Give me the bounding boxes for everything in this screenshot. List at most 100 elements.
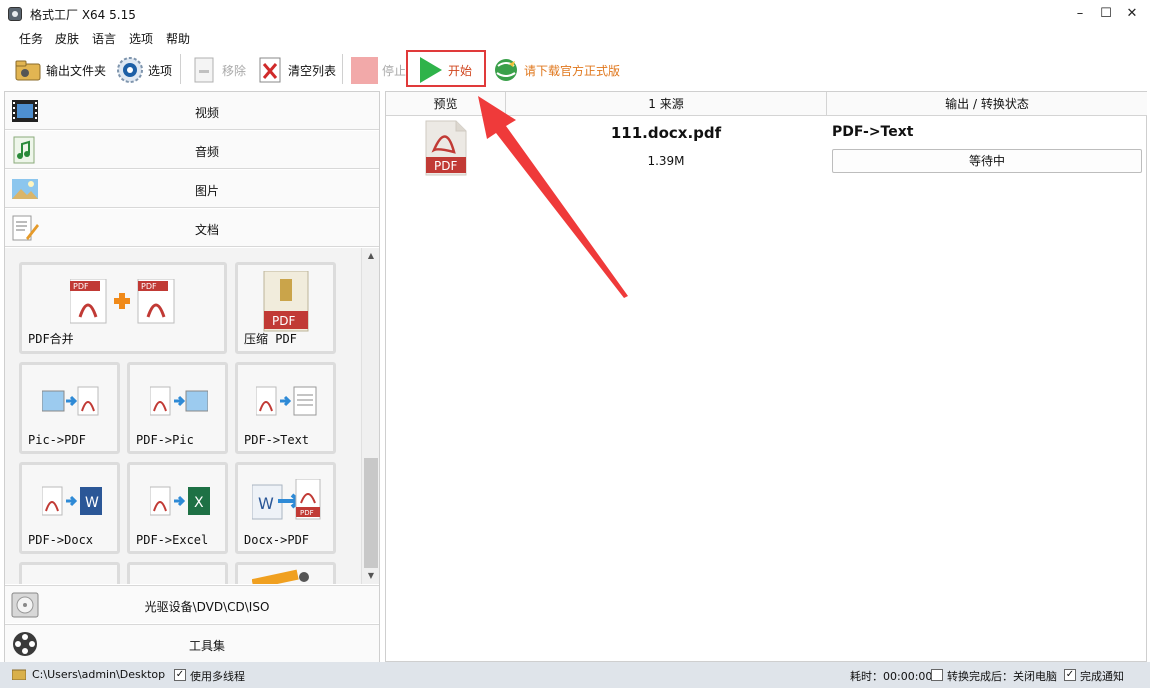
start-highlight-box <box>406 50 486 87</box>
toolbar: 输出文件夹 选项 移除 清空列表 停止 开始 请下载官方正式版 <box>0 48 1150 90</box>
tile-label: Pic->PDF <box>28 433 86 447</box>
stop-icon <box>350 56 379 85</box>
app-icon <box>8 7 22 21</box>
output-folder-label: 输出文件夹 <box>46 63 107 78</box>
ruler-tool-icon <box>251 569 312 584</box>
tiles-scrollbar[interactable]: ▲ ▼ <box>361 248 379 584</box>
menu-language[interactable]: 语言 <box>92 30 116 47</box>
multithread-checkbox[interactable]: ✓ <box>174 669 186 681</box>
tile-label: PDF->Text <box>244 433 310 447</box>
menu-help[interactable]: 帮助 <box>166 30 190 47</box>
column-header-preview[interactable]: 预览 <box>386 92 506 116</box>
svg-text:PDF: PDF <box>141 282 157 291</box>
options-label: 选项 <box>148 63 173 78</box>
tile-label: Docx->PDF <box>244 533 310 547</box>
tile-label: PDF->Docx <box>28 533 94 547</box>
remove-label: 移除 <box>222 63 247 78</box>
source-file-size: 1.39M <box>647 154 685 168</box>
output-path[interactable]: C:\Users\admin\Desktop <box>32 668 165 681</box>
category-disc[interactable]: 光驱设备\DVD\CD\ISO <box>5 585 379 623</box>
category-document[interactable]: 文档 <box>5 209 379 247</box>
svg-text:PDF: PDF <box>73 282 89 291</box>
svg-text:PDF: PDF <box>272 314 295 328</box>
folder-small-icon <box>11 668 27 683</box>
pdf-to-text-icon <box>255 385 318 422</box>
remove-button[interactable]: 移除 <box>190 54 246 86</box>
svg-text:PDF: PDF <box>434 159 457 173</box>
pdf-merge-icon: PDF PDF <box>69 278 176 328</box>
document-tools-grid: PDF PDF PDF合并 PDF 压缩 PDF Pic->PDF PDF->Pi… <box>5 248 379 584</box>
category-label: 音频 <box>194 145 219 159</box>
status-bar: C:\Users\admin\Desktop ✓ 使用多线程 耗时：00:00:… <box>0 662 1150 688</box>
minimize-button[interactable]: – <box>1068 2 1092 26</box>
status-badge: 等待中 <box>832 149 1142 173</box>
pic-to-pdf-icon <box>41 385 100 422</box>
gear-icon <box>116 56 144 84</box>
tile-pdf-to-excel[interactable]: X PDF->Excel <box>127 462 228 554</box>
tile-partial[interactable] <box>19 562 120 584</box>
tile-pdf-merge[interactable]: PDF PDF PDF合并 <box>19 262 227 354</box>
multithread-label: 使用多线程 <box>190 670 245 683</box>
tile-partial[interactable] <box>127 562 228 584</box>
svg-text:PDF: PDF <box>300 509 314 517</box>
elapsed-time: 耗时：00:00:00 <box>850 670 933 683</box>
pdf-to-docx-icon: W <box>41 485 104 522</box>
tile-pdf-to-text[interactable]: PDF->Text <box>235 362 336 454</box>
tile-label: PDF->Pic <box>136 433 194 447</box>
category-label: 视频 <box>194 106 219 120</box>
clear-list-icon <box>256 56 284 84</box>
tile-compress-pdf[interactable]: PDF 压缩 PDF <box>235 262 336 354</box>
tile-pdf-to-pic[interactable]: PDF->Pic <box>127 362 228 454</box>
shutdown-after-label: 转换完成后：关闭电脑 <box>947 670 1057 683</box>
tile-label: PDF->Excel <box>136 533 209 547</box>
category-audio[interactable]: 音频 <box>5 131 379 169</box>
compress-pdf-icon: PDF <box>262 270 312 336</box>
toolbar-separator <box>342 54 343 84</box>
download-official-link[interactable]: 请下载官方正式版 <box>492 54 620 86</box>
category-image[interactable]: 图片 <box>5 170 379 208</box>
pdf-to-excel-icon: X <box>149 485 212 522</box>
tile-docx-to-pdf[interactable]: W PDF Docx->PDF <box>235 462 336 554</box>
category-label: 图片 <box>194 184 219 198</box>
category-label: 光驱设备\DVD\CD\ISO <box>144 600 270 614</box>
column-header-output[interactable]: 输出 / 转换状态 <box>827 92 1147 116</box>
options-button[interactable]: 选项 <box>116 54 172 86</box>
maximize-button[interactable]: ☐ <box>1094 2 1118 26</box>
category-tools[interactable]: 工具集 <box>5 624 379 662</box>
shutdown-after-checkbox[interactable] <box>931 669 943 681</box>
docx-to-pdf-icon: W PDF <box>251 478 322 526</box>
close-button[interactable]: ✕ <box>1120 2 1144 26</box>
globe-icon <box>492 56 520 84</box>
scroll-thumb[interactable] <box>364 458 378 568</box>
notify-checkbox[interactable]: ✓ <box>1064 669 1076 681</box>
task-list: 预览 1 来源 输出 / 转换状态 PDF 111.docx.pdf 1.39M… <box>385 91 1147 662</box>
toolbar-separator <box>180 54 181 84</box>
window-title: 格式工厂 X64 5.15 <box>30 8 136 22</box>
tile-label: 压缩 PDF <box>244 332 297 346</box>
source-file-name: 111.docx.pdf <box>610 124 722 142</box>
tile-label: PDF合并 <box>28 332 74 346</box>
remove-doc-icon <box>190 56 218 84</box>
folder-icon <box>14 56 42 84</box>
tile-partial[interactable] <box>235 562 336 584</box>
tile-pic-to-pdf[interactable]: Pic->PDF <box>19 362 120 454</box>
output-type: PDF->Text <box>832 124 914 140</box>
svg-text:W: W <box>258 494 274 513</box>
tile-pdf-to-docx[interactable]: W PDF->Docx <box>19 462 120 554</box>
download-label: 请下载官方正式版 <box>524 63 621 78</box>
category-video[interactable]: 视频 <box>5 92 379 130</box>
clear-list-button[interactable]: 清空列表 <box>256 54 336 86</box>
pdf-to-pic-icon <box>149 385 209 422</box>
svg-text:X: X <box>194 495 204 511</box>
menu-skin[interactable]: 皮肤 <box>55 30 79 47</box>
column-header-source[interactable]: 1 来源 <box>506 92 827 116</box>
scroll-up-icon[interactable]: ▲ <box>362 248 379 264</box>
output-folder-button[interactable]: 输出文件夹 <box>14 54 106 86</box>
stop-button[interactable]: 停止 <box>350 54 406 86</box>
category-label: 文档 <box>194 223 219 237</box>
clear-list-label: 清空列表 <box>288 63 337 78</box>
menu-options[interactable]: 选项 <box>129 30 153 47</box>
category-label: 工具集 <box>188 639 225 653</box>
menu-task[interactable]: 任务 <box>19 30 43 47</box>
scroll-down-icon[interactable]: ▼ <box>362 568 379 584</box>
